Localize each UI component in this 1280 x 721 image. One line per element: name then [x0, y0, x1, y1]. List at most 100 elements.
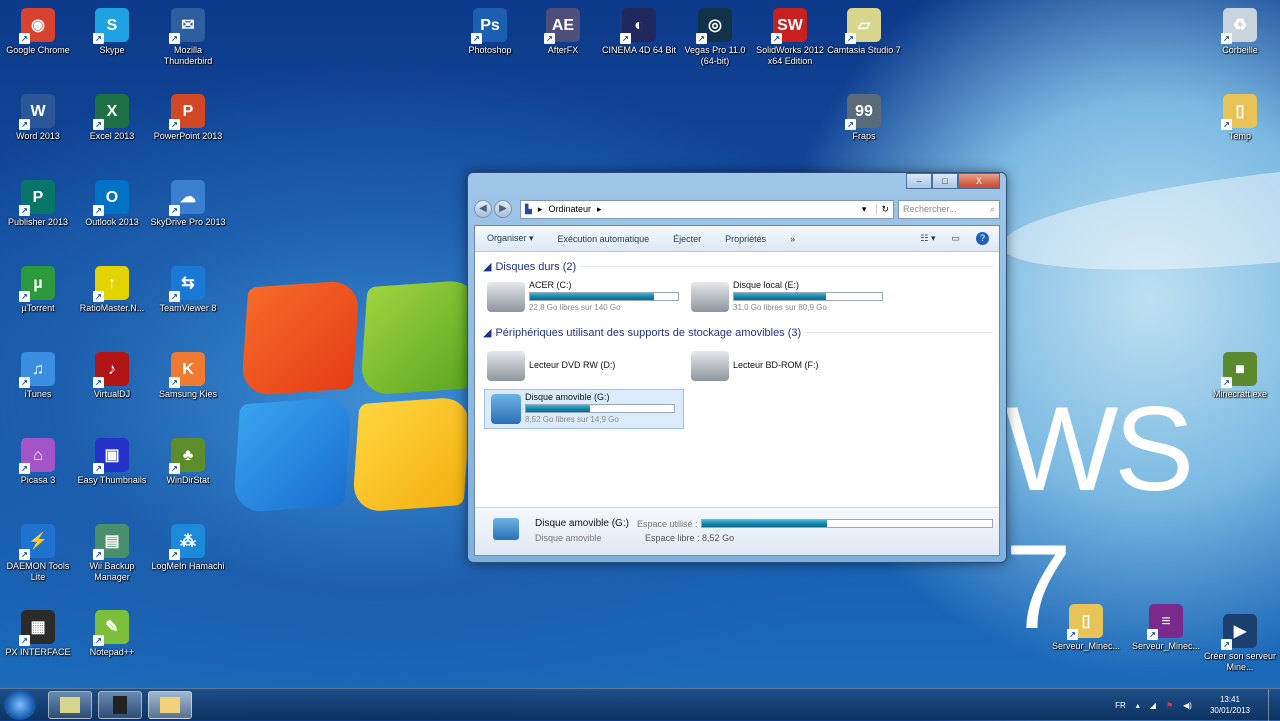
eject-button[interactable]: Éjecter [673, 234, 701, 244]
drive-d[interactable]: Lecteur DVD RW (D:) [487, 344, 687, 384]
view-options-icon[interactable]: ☷ ▾ [920, 233, 935, 244]
details-usage-bar [701, 519, 993, 528]
desktop-icon-label: Wii Backup Manager [89, 561, 135, 582]
desktop-icon-label: Outlook 2013 [85, 217, 139, 227]
hard-drive-icon [691, 282, 729, 312]
drive-g[interactable]: Disque amovible (G:) 8,52 Go libres sur … [484, 389, 684, 429]
desktop-icon[interactable]: OOutlook 2013 [74, 176, 150, 228]
minecraft-icon: ■ [1221, 352, 1257, 388]
start-button[interactable] [4, 690, 36, 720]
folder-icon: ▯ [1221, 94, 1257, 130]
desktop-icon[interactable]: ↑RatioMaster.N... [74, 262, 150, 314]
drive-name: ACER (C:) [529, 280, 572, 290]
desktop-icon[interactable]: µµTorrent [0, 262, 76, 314]
drive-c[interactable]: ACER (C:) 22,8 Go libres sur 140 Go [487, 278, 687, 318]
desktop-icon[interactable]: PPublisher 2013 [0, 176, 76, 228]
properties-button[interactable]: Propriétés [725, 234, 766, 244]
organize-button[interactable]: Organiser ▾ [487, 233, 534, 244]
desktop-icon[interactable]: ■Minecraft.exe [1202, 348, 1278, 400]
desktop-icon[interactable]: KSamsung Kies [150, 348, 226, 400]
desktop-icon[interactable]: ▱Camtasia Studio 7 [826, 4, 902, 56]
search-input[interactable]: Rechercher... ⌕ [898, 199, 1000, 219]
desktop-icon-label: µTorrent [21, 303, 55, 313]
desktop-icon-label: AfterFX [547, 45, 579, 55]
back-button[interactable]: ◀ [474, 200, 492, 218]
chrome-icon: ◉ [19, 8, 55, 44]
desktop-icon[interactable]: ▦PX INTERFACE [0, 606, 76, 658]
desktop-icon[interactable]: 99Fraps [826, 90, 902, 142]
virtualdj-icon: ♪ [93, 352, 129, 388]
desktop-icon[interactable]: ▯Temp [1202, 90, 1278, 142]
desktop-icon[interactable]: ⌂Picasa 3 [0, 434, 76, 486]
desktop-icon[interactable]: ♫iTunes [0, 348, 76, 400]
desktop-icon[interactable]: ◎Vegas Pro 11.0 (64-bit) [677, 4, 753, 67]
teamviewer-icon: ⇆ [169, 266, 205, 302]
show-desktop-button[interactable] [1268, 689, 1280, 721]
ratiomaster-icon: ↑ [93, 266, 129, 302]
desktop-icon-label: PowerPoint 2013 [153, 131, 223, 141]
breadcrumb-ordinateur[interactable]: Ordinateur [548, 204, 591, 214]
excel-icon: X [93, 94, 129, 130]
more-button[interactable]: » [790, 234, 795, 244]
address-bar[interactable]: ▙ ▸ Ordinateur ▸ ▾ ↻ [520, 199, 894, 219]
minimize-button[interactable]: – [906, 173, 932, 189]
desktop-icon[interactable]: SWSolidWorks 2012 x64 Edition [752, 4, 828, 67]
taskbar-recorder[interactable] [98, 691, 142, 719]
desktop-icon[interactable]: ≡Serveur_Minec... [1128, 600, 1204, 652]
desktop-icon[interactable]: ✉Mozilla Thunderbird [150, 4, 226, 67]
windows-logo [232, 271, 487, 520]
drive-e[interactable]: Disque local (E:) 31,0 Go libres sur 80,… [691, 278, 891, 318]
desktop-icon[interactable]: ☁SkyDrive Pro 2013 [150, 176, 226, 228]
volume-icon[interactable]: ◀) [1183, 701, 1192, 710]
show-hidden-icon[interactable]: ▴ [1136, 701, 1140, 710]
language-indicator[interactable]: FR [1115, 701, 1126, 710]
refresh-icon[interactable]: ↻ [876, 203, 893, 215]
desktop-icon[interactable]: SSkype [74, 4, 150, 56]
desktop-icon[interactable]: ▣Easy Thumbnails [74, 434, 150, 486]
desktop-icon[interactable]: ▶Créer son serveur Mine... [1202, 610, 1278, 673]
desktop-icon-label: Créer son serveur Mine... [1203, 651, 1277, 672]
desktop-icon[interactable]: PPowerPoint 2013 [150, 90, 226, 142]
desktop-icon[interactable]: ♻Corbeille [1202, 4, 1278, 56]
desktop-icon[interactable]: ⁂LogMeIn Hamachi [150, 520, 226, 572]
desktop-icon[interactable]: ♪VirtualDJ [74, 348, 150, 400]
drive-f[interactable]: Lecteur BD-ROM (F:) [691, 344, 891, 384]
network-icon[interactable]: ◢ [1150, 701, 1156, 710]
desktop-icon[interactable]: ♣WinDirStat [150, 434, 226, 486]
forward-button[interactable]: ▶ [494, 200, 512, 218]
desktop-icon-label: Temp [1228, 131, 1251, 141]
close-button[interactable]: X [958, 173, 1000, 189]
maximize-button[interactable]: □ [932, 173, 958, 189]
desktop-icon[interactable]: ▯Serveur_Minec... [1048, 600, 1124, 652]
desktop-icon[interactable]: WWord 2013 [0, 90, 76, 142]
desktop-icon-label: Minecraft.exe [1212, 389, 1268, 399]
preview-pane-icon[interactable]: ▭ [951, 233, 960, 244]
wallpaper-swoosh [996, 138, 1280, 292]
desktop-icon[interactable]: PsPhotoshop [452, 4, 528, 56]
desktop-icon[interactable]: ◐CINEMA 4D 64 Bit [601, 4, 677, 56]
clock[interactable]: 13:41 30/01/2013 [1210, 694, 1250, 716]
folder-icon: ▯ [1067, 604, 1103, 640]
autoplay-button[interactable]: Exécution automatique [558, 234, 650, 244]
desktop-icon-label: Excel 2013 [89, 131, 135, 141]
group-removable[interactable]: ◢ Périphériques utilisant des supports de… [483, 326, 993, 340]
drive-free-space: 31,0 Go libres sur 80,9 Go [733, 303, 827, 312]
windirstat-icon: ♣ [169, 438, 205, 474]
desktop-icon[interactable]: ⚡DAEMON Tools Lite [0, 520, 76, 583]
desktop-icon[interactable]: ▤Wii Backup Manager [74, 520, 150, 583]
collapse-icon: ◢ [483, 327, 492, 339]
group-hard-drives[interactable]: ◢ Disques durs (2) [483, 260, 993, 274]
desktop-icon[interactable]: ◉Google Chrome [0, 4, 76, 56]
help-icon[interactable]: ? [976, 232, 989, 245]
desktop-icon[interactable]: XExcel 2013 [74, 90, 150, 142]
desktop-icon-label: Camtasia Studio 7 [827, 45, 901, 55]
clock-time: 13:41 [1219, 695, 1240, 704]
desktop-icon[interactable]: ✎Notepad++ [74, 606, 150, 658]
action-center-icon[interactable]: ⚑ [1166, 701, 1173, 710]
desktop-icon[interactable]: ⇆TeamViewer 8 [150, 262, 226, 314]
desktop-icon[interactable]: AEAfterFX [525, 4, 601, 56]
taskbar-explorer[interactable] [148, 691, 192, 719]
taskbar-camtasia[interactable] [48, 691, 92, 719]
chevron-down-icon[interactable]: ▾ [862, 204, 867, 215]
desktop-icon-label: LogMeIn Hamachi [151, 561, 225, 571]
